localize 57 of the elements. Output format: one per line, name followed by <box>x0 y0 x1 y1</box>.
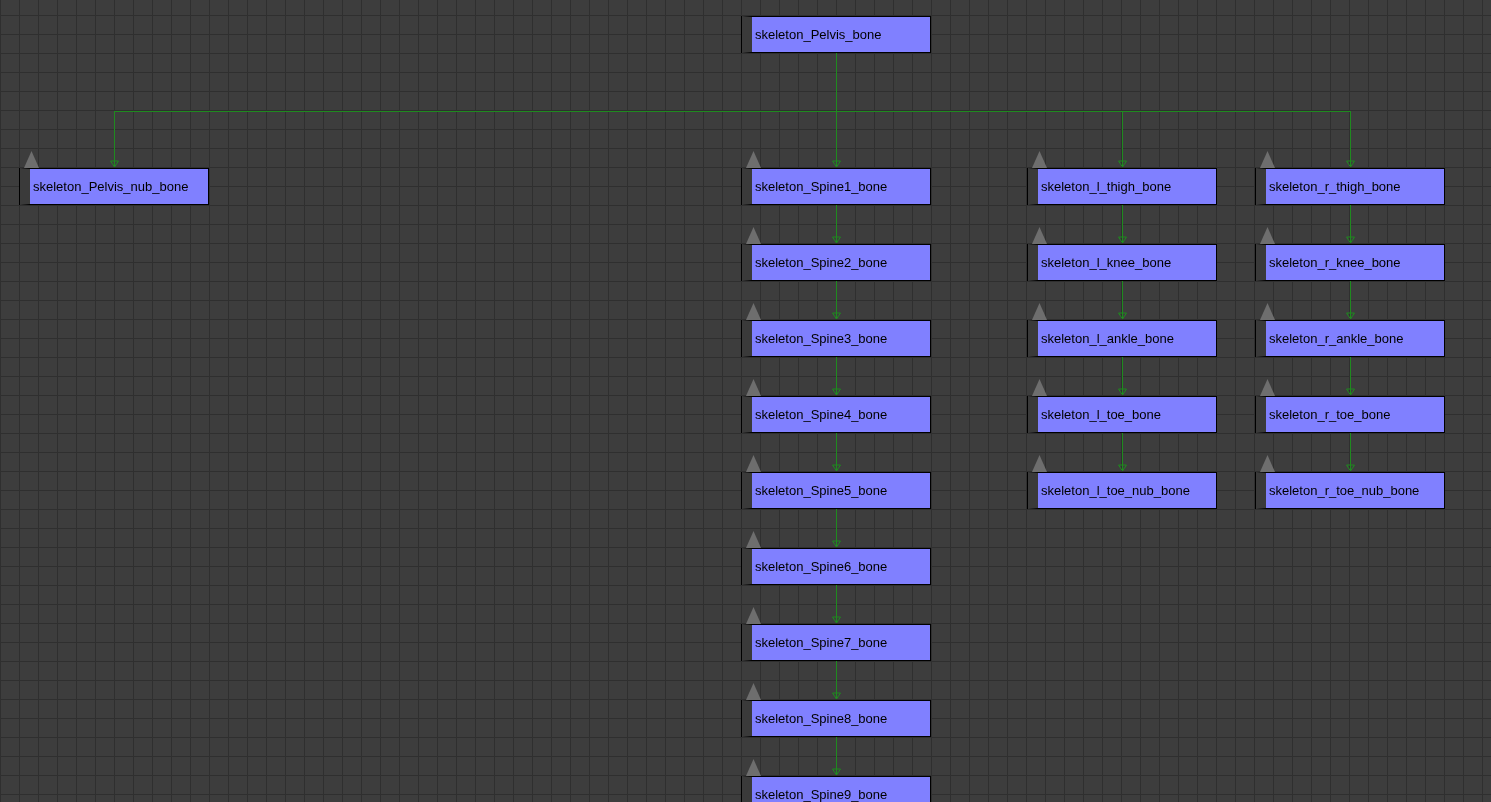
bone-node[interactable]: skeleton_l_thigh_bone <box>1028 168 1217 205</box>
triangle-icon[interactable] <box>24 151 39 168</box>
connector-line <box>832 280 841 320</box>
bone-node[interactable]: skeleton_Spine4_bone <box>742 396 931 433</box>
triangle-icon[interactable] <box>1032 303 1047 320</box>
connector-line <box>1346 432 1355 472</box>
triangle-icon[interactable] <box>1260 303 1275 320</box>
connector-line <box>1118 280 1127 320</box>
triangle-icon[interactable] <box>746 151 761 168</box>
triangle-icon[interactable] <box>1260 455 1275 472</box>
bone-node[interactable]: skeleton_Spine2_bone <box>742 244 931 281</box>
bone-node[interactable]: skeleton_l_knee_bone <box>1028 244 1217 281</box>
bone-node[interactable]: skeleton_l_ankle_bone <box>1028 320 1217 357</box>
connector-line <box>832 584 841 624</box>
bone-node[interactable]: skeleton_Spine3_bone <box>742 320 931 357</box>
bone-node[interactable]: skeleton_Spine1_bone <box>742 168 931 205</box>
bone-node[interactable]: skeleton_Spine5_bone <box>742 472 931 509</box>
bone-node[interactable]: skeleton_r_ankle_bone <box>1256 320 1445 357</box>
bone-node[interactable]: skeleton_Spine9_bone <box>742 776 931 802</box>
triangle-icon[interactable] <box>1032 379 1047 396</box>
triangle-icon[interactable] <box>746 303 761 320</box>
triangle-icon[interactable] <box>746 759 761 776</box>
bone-node[interactable]: skeleton_r_toe_nub_bone <box>1256 472 1445 509</box>
triangle-icon[interactable] <box>746 379 761 396</box>
connector-line <box>832 204 841 244</box>
bone-node[interactable]: skeleton_Spine7_bone <box>742 624 931 661</box>
triangle-icon[interactable] <box>1032 151 1047 168</box>
connector-line <box>1118 204 1127 244</box>
triangle-icon[interactable] <box>1032 227 1047 244</box>
triangle-icon[interactable] <box>746 607 761 624</box>
triangle-icon[interactable] <box>1260 151 1275 168</box>
bone-node[interactable]: skeleton_Pelvis_nub_bone <box>20 168 209 205</box>
triangle-icon[interactable] <box>1260 227 1275 244</box>
triangle-icon[interactable] <box>1032 455 1047 472</box>
bone-node[interactable]: skeleton_r_thigh_bone <box>1256 168 1445 205</box>
connector-line <box>832 508 841 548</box>
connector-line <box>1118 432 1127 472</box>
bone-node[interactable]: skeleton_r_toe_bone <box>1256 396 1445 433</box>
connector-line <box>1346 356 1355 396</box>
connector-line <box>1346 280 1355 320</box>
triangle-icon[interactable] <box>746 531 761 548</box>
triangle-icon[interactable] <box>746 455 761 472</box>
connector-line <box>832 432 841 472</box>
bone-node[interactable]: skeleton_Spine8_bone <box>742 700 931 737</box>
bone-node[interactable]: skeleton_Pelvis_bone <box>742 16 931 53</box>
connector-line <box>1346 204 1355 244</box>
triangle-icon[interactable] <box>746 683 761 700</box>
connector-line <box>832 736 841 776</box>
bone-node[interactable]: skeleton_l_toe_nub_bone <box>1028 472 1217 509</box>
bone-node[interactable]: skeleton_r_knee_bone <box>1256 244 1445 281</box>
bone-node[interactable]: skeleton_l_toe_bone <box>1028 396 1217 433</box>
bone-node[interactable]: skeleton_Spine6_bone <box>742 548 931 585</box>
triangle-icon[interactable] <box>746 227 761 244</box>
connector-line <box>1118 356 1127 396</box>
triangle-icon[interactable] <box>1260 379 1275 396</box>
connector-line <box>832 660 841 700</box>
connector-line <box>832 356 841 396</box>
